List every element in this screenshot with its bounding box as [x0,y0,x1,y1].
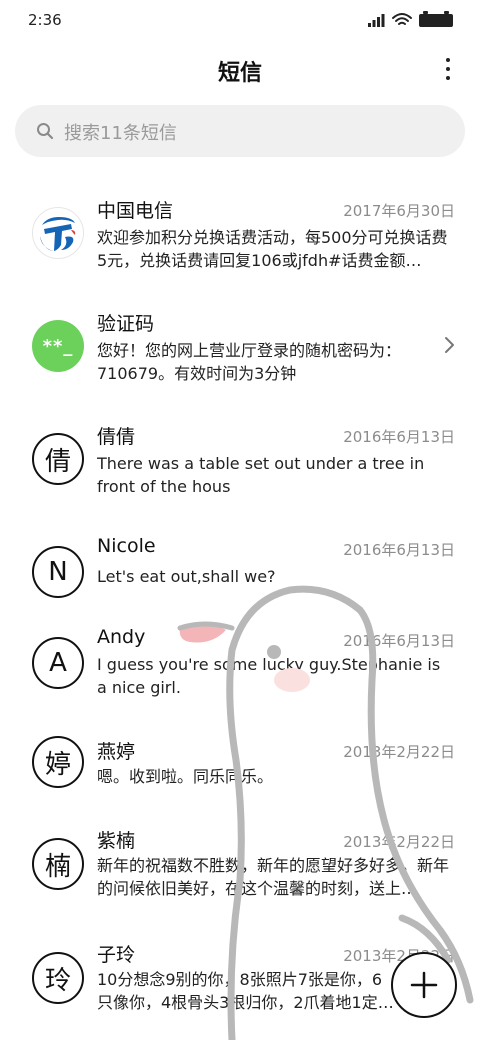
conversation-item[interactable]: A Andy 2016年6月13日 I guess you're some lu… [0,626,480,744]
conversation-name: 验证码 [97,313,155,335]
conversation-name: 燕婷 [97,741,136,763]
search-icon [37,123,54,140]
conversation-item[interactable]: N Nicole 2016年6月13日 Let's eat out,shall … [0,519,480,631]
status-icons [368,11,453,27]
conversation-date: 2016年6月13日 [343,541,455,559]
conversation-date: 2017年6月30日 [343,202,455,220]
conversation-preview: 您好！您的网上营业厅登录的随机密码为：710679。有效时间为3分钟 [97,341,402,383]
conversation-date: 2013年2月22日 [343,743,455,761]
contact-avatar: 婷 [32,736,84,788]
status-time: 2:36 [28,11,62,29]
conversation-item[interactable]: 中国电信 2017年6月30日 欢迎参加积分兑换话费活动，每500分可兑换话费5… [0,180,480,292]
contact-avatar: 倩 [32,433,84,485]
conversation-preview: 欢迎参加积分兑换话费活动，每500分可兑换话费5元，兑换话费请回复106或jfd… [97,228,448,270]
china-telecom-logo [32,207,84,259]
conversation-name: 子玲 [97,944,136,966]
conversation-name: Andy [97,626,146,648]
conversation-name: 倩倩 [97,426,136,448]
conversation-preview: There was a table set out under a tree i… [97,454,425,496]
chevron-right-icon [445,337,454,353]
conversation-date: 2016年6月13日 [343,428,455,446]
contact-avatar: N [32,546,84,598]
conversation-preview: I guess you're some lucky guy.Stephanie … [97,655,441,697]
conversation-preview: 嗯。收到啦。同乐同乐。 [97,767,274,786]
verification-code-avatar: **_ [32,320,84,372]
telecom-logo-icon [40,217,76,251]
conversation-date: 2013年2月22日 [343,833,455,851]
more-options-button[interactable] [440,56,456,82]
wifi-icon [392,13,412,25]
conversation-item[interactable]: **_ 验证码 您好！您的网上营业厅登录的随机密码为：710679。有效时间为3… [0,293,480,405]
conversation-name: 紫楠 [97,830,136,852]
plus-icon [410,971,438,999]
conversation-preview: 10分想念9别的你，8张照片7张是你，6只像你，4根骨头3根归你，2爪着地1定是… [97,970,394,1012]
more-vertical-icon [446,58,450,62]
status-bar: 2:36 [0,0,480,40]
page-title: 短信 [217,61,262,86]
search-bar[interactable]: 搜索11条短信 [15,105,465,157]
signal-icon [368,14,385,27]
contact-avatar: A [32,637,84,689]
conversation-item[interactable]: 倩 倩倩 2016年6月13日 There was a table set ou… [0,406,480,518]
conversation-preview: 新年的祝福数不胜数，新年的愿望好多好多，新年的问候依旧美好，在这个温馨的时刻，送… [97,856,450,898]
contact-avatar: 玲 [32,952,84,1004]
contact-avatar: 楠 [32,838,84,890]
new-message-button[interactable] [391,952,457,1018]
conversation-name: Nicole [97,535,156,557]
conversation-name: 中国电信 [97,200,174,222]
conversation-date: 2016年6月13日 [343,632,455,650]
battery-icon [419,11,453,27]
conversation-item[interactable]: 楠 紫楠 2013年2月22日 新年的祝福数不胜数，新年的愿望好多好多，新年的问… [0,830,480,948]
search-input[interactable]: 搜索11条短信 [64,119,177,145]
conversation-preview: Let's eat out,shall we? [97,567,276,586]
